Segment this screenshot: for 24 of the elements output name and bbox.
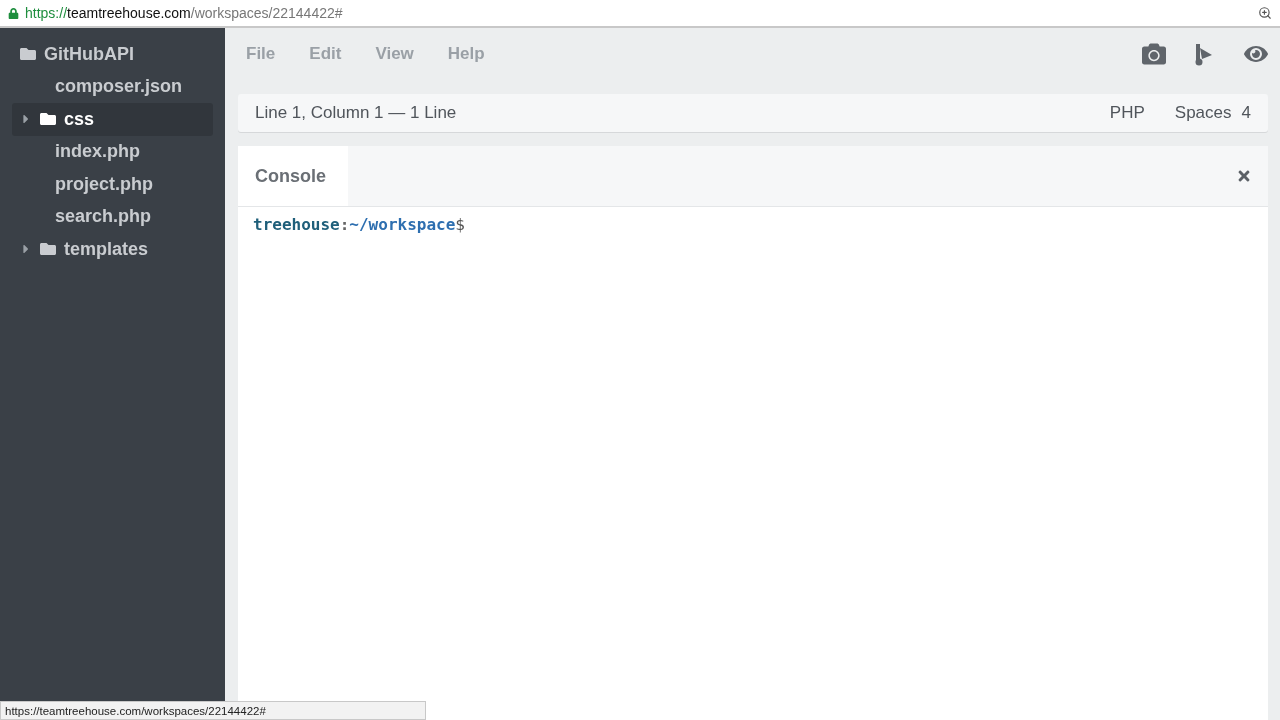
tree-entry[interactable]: composer.json [12,70,213,103]
folder-item[interactable]: css [12,103,213,136]
tree-entry[interactable]: index.php [12,135,213,168]
zoom-icon[interactable] [1258,6,1272,20]
console-tab[interactable]: Console [238,146,348,206]
tree-entry[interactable]: project.php [12,168,213,201]
indent-size[interactable]: 4 [1241,103,1251,123]
tree-entry[interactable]: search.php [12,200,213,233]
folder-item[interactable]: templates [12,233,213,266]
terminal-prompt: treehouse:~/workspace$ [252,214,466,236]
cursor-position: Line 1, Column 1 — 1 Line [255,103,457,123]
close-icon[interactable] [1236,168,1252,184]
url-path: /workspaces/22144422# [190,5,343,21]
indent-label[interactable]: Spaces [1174,103,1232,123]
language-label[interactable]: PHP [1109,103,1145,123]
camera-icon[interactable] [1142,42,1166,66]
link-preview: https://teamtreehouse.com/workspaces/22144422# [0,701,426,720]
lock-icon [8,7,19,19]
folder-item[interactable]: GitHubAPI [12,38,213,71]
folder-icon [40,241,56,258]
folder-icon [20,46,36,63]
url-host: teamtreehouse.com [67,5,191,21]
folder-icon [40,111,56,128]
url-scheme: https:// [25,5,68,21]
